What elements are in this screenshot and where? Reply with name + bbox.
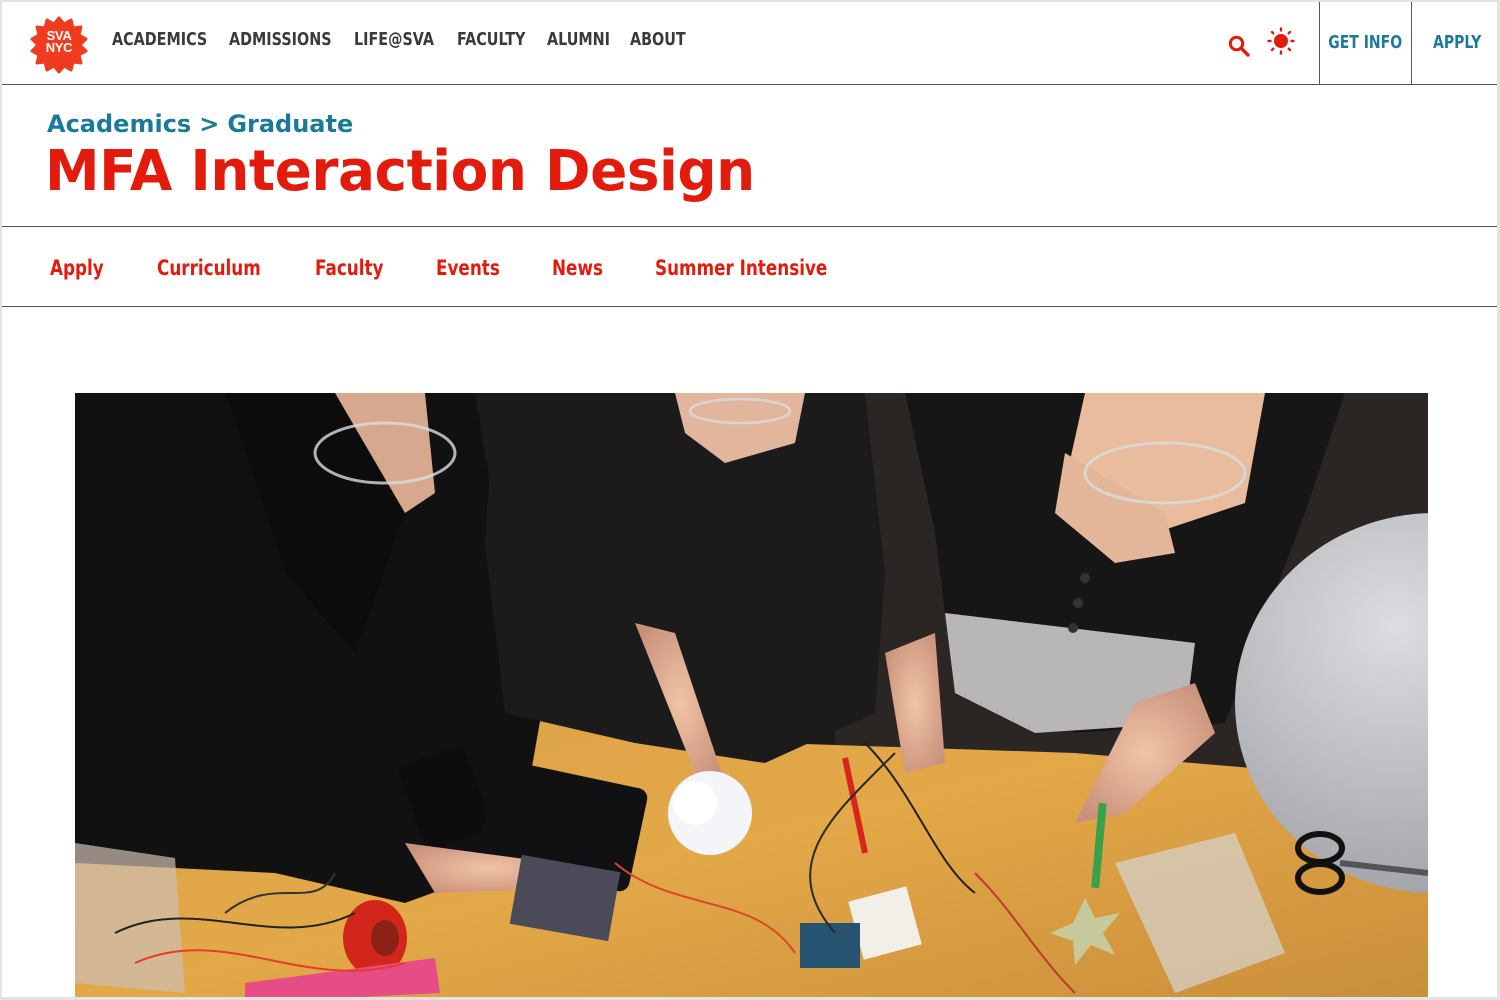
get-info-label: GET INFO	[1328, 33, 1403, 53]
nav-alumni[interactable]: ALUMNI	[547, 30, 615, 50]
hero-image	[75, 393, 1428, 997]
sva-logo[interactable]: SVA NYC	[30, 16, 88, 74]
subnav-news[interactable]: News	[552, 256, 603, 280]
get-info-button[interactable]: GET INFO	[1319, 2, 1411, 84]
apply-button[interactable]: APPLY	[1411, 2, 1497, 84]
subnav-summer-intensive[interactable]: Summer Intensive	[655, 256, 827, 280]
page-title: MFA Interaction Design	[45, 139, 755, 204]
program-subnav: Apply Curriculum Faculty Events News Sum…	[2, 228, 1497, 307]
nav-academics[interactable]: ACADEMICS	[112, 30, 208, 50]
logo-text: SVA NYC	[30, 29, 88, 55]
nav-admissions[interactable]: ADMISSIONS	[229, 30, 332, 50]
subnav-faculty[interactable]: Faculty	[315, 256, 384, 280]
hero-photo-illustration	[75, 393, 1428, 997]
subnav-events[interactable]: Events	[436, 256, 500, 280]
nav-life-at-sva[interactable]: LIFE@SVA	[354, 30, 438, 50]
top-navigation: SVA NYC ACADEMICS ADMISSIONS LIFE@SVA FA…	[2, 2, 1497, 85]
nav-about[interactable]: ABOUT	[630, 30, 687, 50]
sun-icon[interactable]	[1267, 27, 1295, 55]
logo-line-2: NYC	[45, 40, 73, 55]
breadcrumb-graduate[interactable]: Graduate	[227, 110, 353, 138]
breadcrumb-separator: >	[199, 110, 220, 138]
title-block: Academics > Graduate MFA Interaction Des…	[2, 85, 1497, 227]
breadcrumb-academics[interactable]: Academics	[47, 110, 191, 138]
subnav-curriculum[interactable]: Curriculum	[157, 256, 261, 280]
apply-label: APPLY	[1432, 33, 1482, 53]
breadcrumb: Academics > Graduate	[47, 110, 353, 138]
nav-faculty[interactable]: FACULTY	[457, 30, 531, 50]
main-nav: ACADEMICS ADMISSIONS LIFE@SVA FACULTY AL…	[112, 30, 700, 50]
search-icon[interactable]	[1227, 34, 1251, 58]
subnav-apply[interactable]: Apply	[50, 256, 104, 280]
page: SVA NYC ACADEMICS ADMISSIONS LIFE@SVA FA…	[2, 2, 1497, 997]
